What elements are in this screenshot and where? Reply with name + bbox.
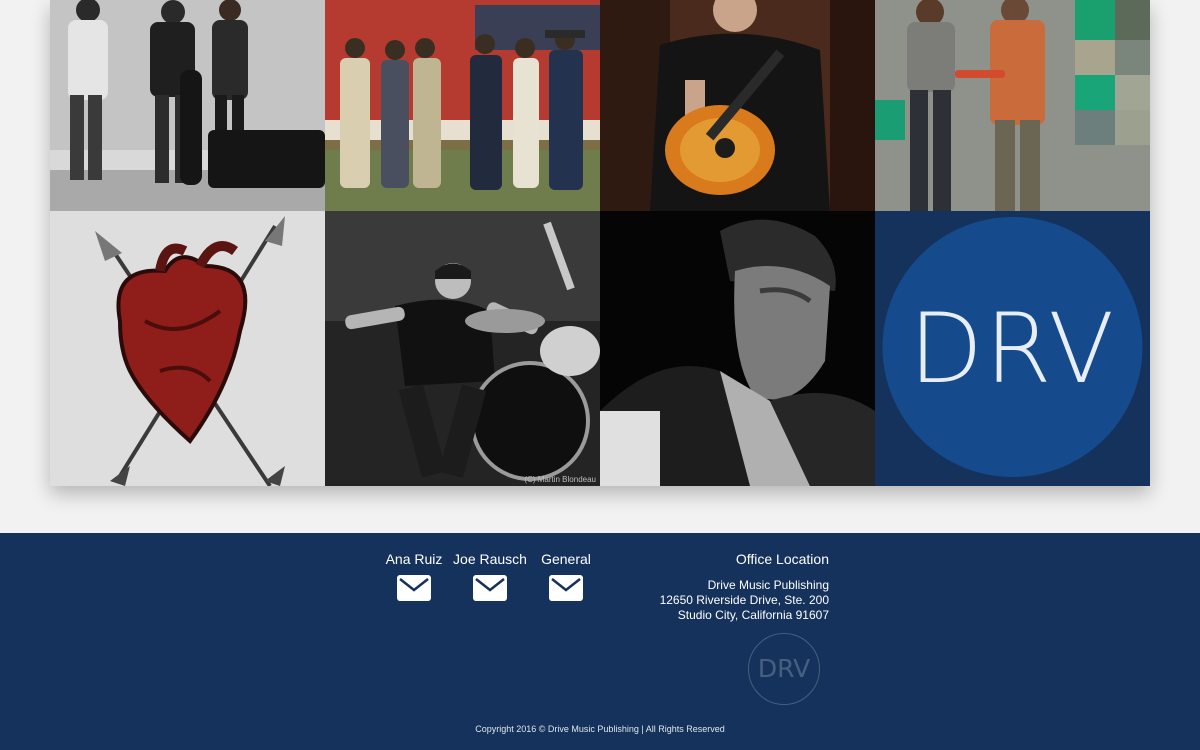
artist-photo-2[interactable]	[325, 0, 600, 211]
envelope-icon[interactable]	[397, 575, 431, 601]
duo-photo-image	[875, 0, 1150, 211]
portrait-photo-image	[600, 211, 875, 486]
guitarist-photo-image	[600, 0, 875, 211]
photo-credit: (C) Martin Blondeau	[524, 475, 596, 484]
artist-photo-5[interactable]	[50, 211, 325, 486]
office-street: 12650 Riverside Drive, Ste. 200	[659, 593, 829, 607]
contact-general: General	[528, 551, 604, 601]
artist-gallery: (C) Martin Blondeau DRV	[50, 0, 1150, 486]
contact-name: Joe Rausch	[453, 551, 527, 567]
contact-links: Ana Ruiz Joe Rausch General	[376, 551, 604, 601]
artist-photo-6[interactable]: (C) Martin Blondeau	[325, 211, 600, 486]
contact-ana-ruiz: Ana Ruiz	[376, 551, 452, 601]
contact-name: General	[541, 551, 591, 567]
drv-logo-text: DRV	[908, 292, 1117, 405]
office-city: Studio City, California 91607	[677, 608, 829, 622]
office-location: Office Location Drive Music Publishing 1…	[660, 551, 829, 623]
artist-photo-4[interactable]	[875, 0, 1150, 211]
site-footer: Ana Ruiz Joe Rausch General Office Locat…	[0, 533, 1200, 750]
heart-arrows-artwork	[50, 211, 325, 486]
envelope-icon[interactable]	[549, 575, 583, 601]
artist-photo-3[interactable]	[600, 0, 875, 211]
contact-name: Ana Ruiz	[385, 551, 443, 567]
artist-photo-1[interactable]	[50, 0, 325, 211]
band-photo-image	[325, 0, 600, 211]
drv-logo-tile[interactable]: DRV	[875, 211, 1150, 486]
office-company: Drive Music Publishing	[707, 578, 829, 592]
envelope-icon[interactable]	[473, 575, 507, 601]
band-photo-image	[50, 0, 325, 211]
footer-logo: DRV	[748, 633, 820, 705]
office-title: Office Location	[735, 551, 829, 567]
drummer-photo-image	[325, 211, 600, 486]
copyright-text: Copyright 2016 © Drive Music Publishing …	[475, 724, 725, 734]
artist-photo-7[interactable]	[600, 211, 875, 486]
contact-joe-rausch: Joe Rausch	[452, 551, 528, 601]
